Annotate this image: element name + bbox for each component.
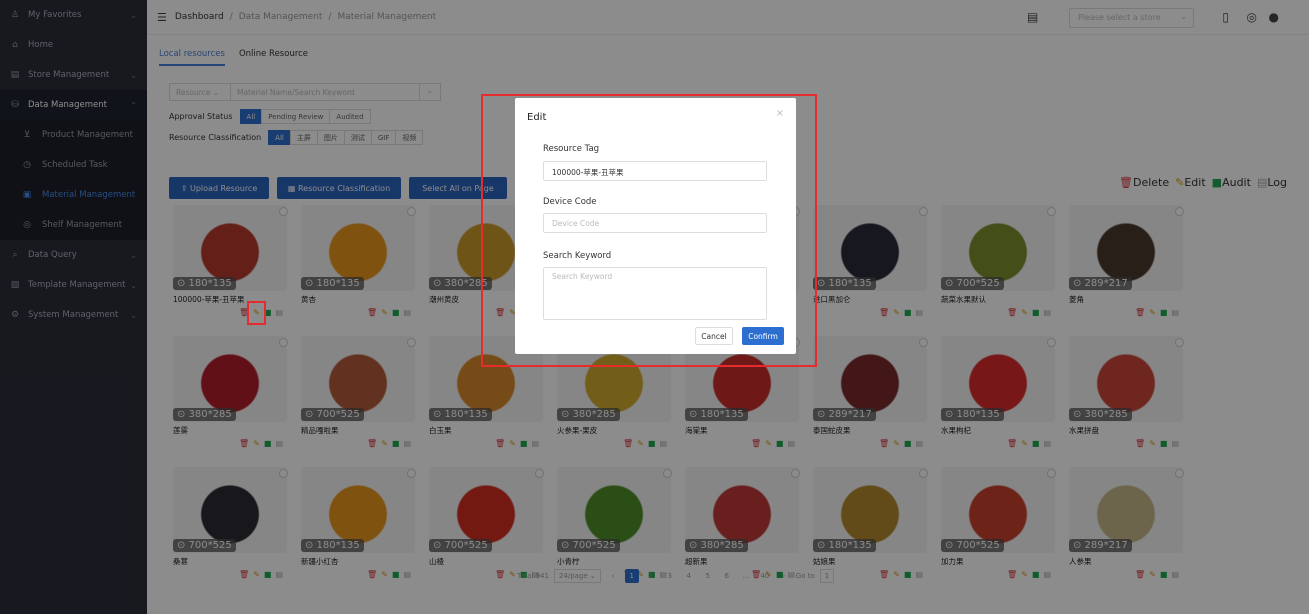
edit-icon-highlight xyxy=(247,301,266,325)
dialog-highlight xyxy=(481,94,817,367)
